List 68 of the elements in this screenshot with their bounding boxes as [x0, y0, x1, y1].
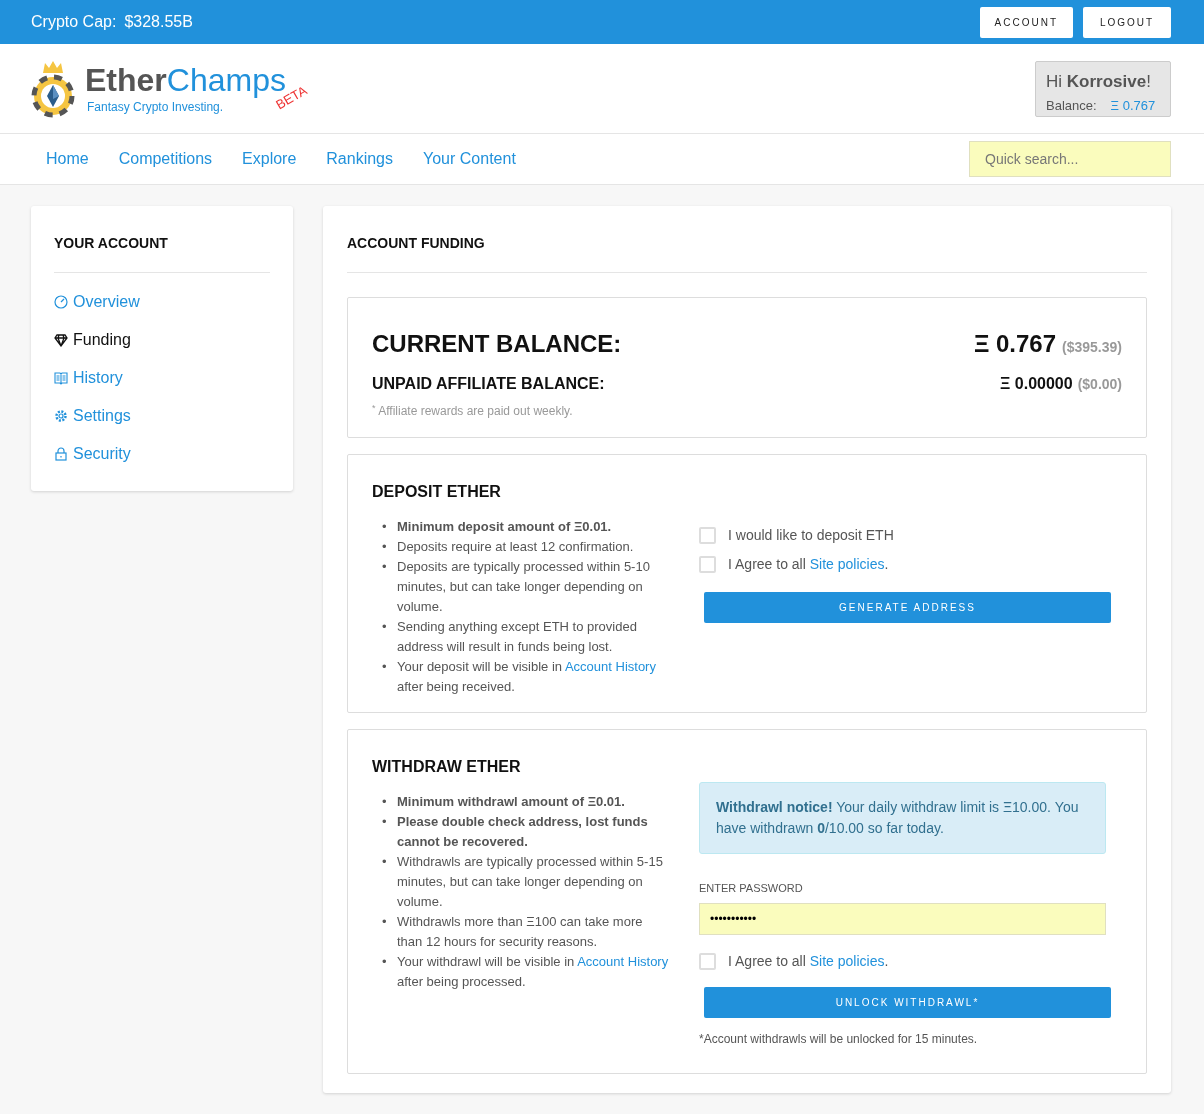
unlock-withdrawl-button[interactable]: UNLOCK WITHDRAWL* [704, 986, 1111, 1018]
bullet-marker: • [382, 793, 388, 811]
sidebar-item[interactable]: Security [54, 443, 270, 465]
affiliate-note: $^{*}$ Affiliate rewards are paid out weekly. [372, 402, 574, 420]
bullet-marker: • [382, 538, 388, 556]
gauge-icon [54, 295, 68, 309]
withdrawl-notice: Withdrawl notice! Your daily withdraw limit is Ξ10.00. You have withdrawn 0/10.00 so far today. [699, 782, 1106, 854]
nav-link[interactable]: Competitions [118, 147, 213, 171]
quick-search-field[interactable]: Quick search... [969, 141, 1171, 177]
nav-link[interactable]: Your Content [423, 147, 516, 171]
checkbox-label: I Agree to all Site policies. [728, 555, 889, 574]
password-field[interactable]: ••••••••••• [699, 902, 1106, 935]
account-history-link[interactable]: Account History [577, 954, 669, 969]
balance-value: Ξ 0.767 [1110, 97, 1156, 115]
checkbox[interactable] [699, 527, 716, 544]
crypto-cap-value: $328.55B [124, 12, 193, 32]
info-bullet: Deposits require at least 12 confirmation. [397, 538, 635, 556]
affiliate-balance-usd: ($0.00) [1077, 375, 1122, 394]
checkbox-label: I would like to deposit ETH [728, 526, 894, 545]
bullet-marker: • [382, 518, 388, 536]
info-bullet: Minimum withdrawl amount of Ξ0.01. [397, 793, 626, 811]
diamond-icon [54, 333, 68, 347]
affiliate-balance-label: UNPAID AFFILIATE BALANCE: [372, 374, 605, 394]
sidebar-item[interactable]: History [54, 367, 270, 389]
bullet-marker: • [382, 558, 388, 576]
generate-address-button[interactable]: GENERATE ADDRESS [704, 592, 1111, 623]
lock-icon [54, 447, 68, 461]
sidebar-title: YOUR ACCOUNT [54, 234, 169, 253]
nav-link[interactable]: Home [46, 147, 89, 171]
checkbox-label: I Agree to all Site policies. [728, 951, 889, 971]
nav-link[interactable]: Explore [242, 147, 297, 171]
bullet-marker: • [382, 853, 388, 871]
sidebar-item[interactable]: Funding [54, 329, 270, 351]
info-bullet: Minimum deposit amount of Ξ0.01. [397, 518, 613, 536]
sidebar-item[interactable]: Overview [54, 291, 270, 313]
password-label: ENTER PASSWORD [699, 881, 804, 896]
bullet-marker: • [382, 618, 388, 636]
withdrawl-footnote: *Account withdrawls will be unlocked for 15 minutes. [699, 1030, 979, 1048]
balance-label: Balance: [1046, 97, 1097, 115]
crypto-cap-label: Crypto Cap: [31, 12, 117, 32]
bullet-marker: • [382, 813, 388, 831]
info-bullet: Your withdrawl will be visible in Account History after being processed. [397, 953, 669, 991]
info-bullet: Sending anything except ETH to provided address will result in funds being lost. [397, 618, 638, 656]
info-bullet: Withdrawls more than Ξ100 can take more than 12 hours for security reasons. [397, 913, 644, 951]
info-bullet: Please double check address, lost funds cannot be recovered. [397, 813, 649, 851]
checkbox[interactable] [699, 556, 716, 573]
bullet-marker: • [382, 658, 388, 676]
user-greeting: Hi Korrosive! [1046, 70, 1152, 93]
withdraw-title: WITHDRAW ETHER [372, 757, 522, 777]
page-title: ACCOUNT FUNDING [347, 234, 486, 253]
info-bullet: Your deposit will be visible in Account History after being received. [397, 658, 657, 696]
current-balance-value: Ξ 0.767 [973, 329, 1057, 359]
current-balance-usd: ($395.39) [1062, 338, 1122, 357]
info-bullet: Deposits are typically processed within 5-10 minutes, but can take longer depending on volume. [397, 558, 651, 616]
settings-icon [54, 409, 68, 423]
bullet-marker: • [382, 913, 388, 931]
deposit-title: DEPOSIT ETHER [372, 482, 502, 502]
sidebar-item[interactable]: Settings [54, 405, 270, 427]
bullet-marker: • [382, 953, 388, 971]
checkbox[interactable] [699, 952, 716, 970]
nav-link[interactable]: Rankings [326, 147, 393, 171]
logout-button[interactable]: LOGOUT [1083, 6, 1171, 38]
book-icon [54, 371, 68, 385]
affiliate-balance-value: Ξ 0.00000 [1000, 374, 1073, 394]
info-bullet: Withdrawls are typically processed within 5-15 minutes, but can take longer depending on volume. [397, 853, 664, 911]
current-balance-label: CURRENT BALANCE: [372, 329, 622, 359]
account-button[interactable]: ACCOUNT [979, 6, 1073, 38]
account-history-link[interactable]: Account History [564, 659, 656, 674]
